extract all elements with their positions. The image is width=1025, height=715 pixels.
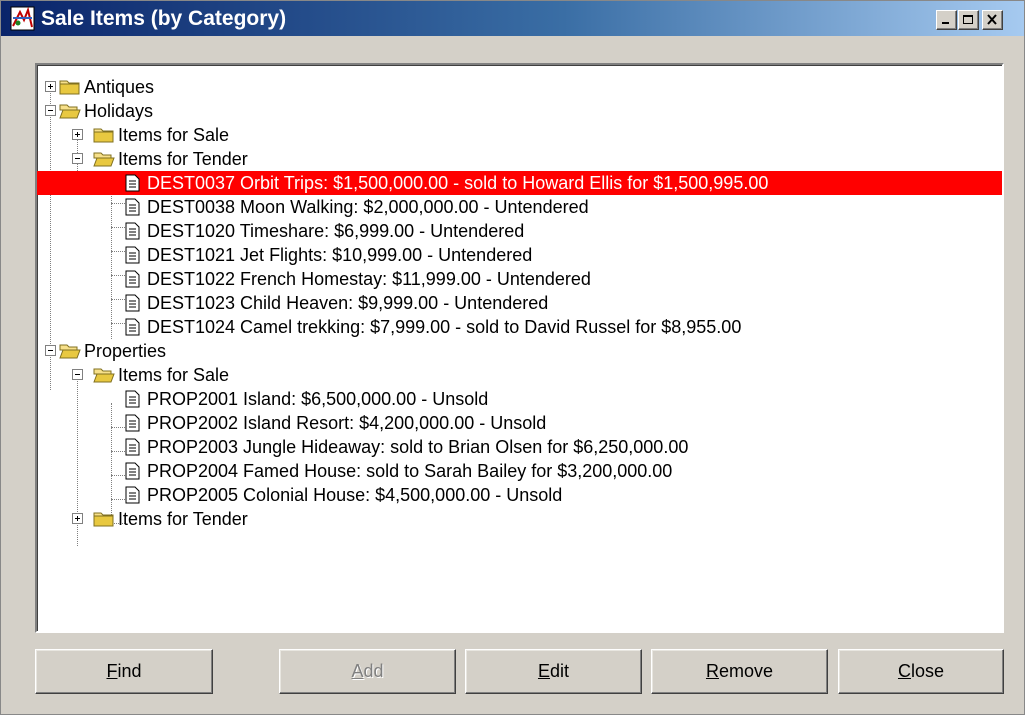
- folder-closed-icon: [93, 512, 114, 527]
- close-button[interactable]: Close: [838, 649, 1004, 694]
- close-window-button[interactable]: [982, 10, 1003, 30]
- edit-label: dit: [550, 661, 570, 681]
- close-mnemonic: C: [897, 661, 911, 681]
- expand-plus-icon[interactable]: [72, 513, 83, 524]
- sale-items-window: Sale Items (by Category) Antiques Holida…: [0, 0, 1025, 715]
- node-label: DEST0038 Moon Walking: $2,000,000.00 - U…: [147, 197, 589, 217]
- find-button[interactable]: Find: [35, 649, 213, 694]
- window-title: Sale Items (by Category): [41, 7, 287, 30]
- node-label: DEST1023 Child Heaven: $9,999.00 - Unten…: [147, 293, 549, 313]
- close-label: lose: [910, 661, 945, 681]
- folder-open-icon: [93, 368, 115, 383]
- tree-node-properties[interactable]: Properties: [37, 339, 1002, 363]
- node-label: DEST1021 Jet Flights: $10,999.00 - Unten…: [147, 245, 533, 265]
- tree-node-item-dest1022[interactable]: DEST1022 French Homestay: $11,999.00 - U…: [37, 267, 1002, 291]
- node-label: PROP2004 Famed House: sold to Sarah Bail…: [147, 461, 673, 481]
- node-label: Properties: [84, 341, 167, 361]
- document-icon: [125, 438, 140, 456]
- remove-mnemonic: R: [705, 661, 719, 681]
- edit-button[interactable]: Edit: [465, 649, 642, 694]
- node-label: DEST1024 Camel trekking: $7,999.00 - sol…: [147, 317, 742, 337]
- tree-node-antiques[interactable]: Antiques: [37, 75, 1002, 99]
- document-icon: [125, 390, 140, 408]
- node-label: PROP2001 Island: $6,500,000.00 - Unsold: [147, 389, 489, 409]
- tree-node-item-dest1020[interactable]: DEST1020 Timeshare: $6,999.00 - Untender…: [37, 219, 1002, 243]
- document-icon: [125, 270, 140, 288]
- node-label: Items for Tender: [118, 149, 248, 169]
- document-icon: [125, 318, 140, 336]
- document-icon: [125, 174, 140, 192]
- document-icon: [125, 246, 140, 264]
- tree-node-item-prop2002[interactable]: PROP2002 Island Resort: $4,200,000.00 - …: [37, 411, 1002, 435]
- document-icon: [125, 414, 140, 432]
- expand-plus-icon[interactable]: [72, 129, 83, 140]
- tree-node-item-dest0037[interactable]: DEST0037 Orbit Trips: $1,500,000.00 - so…: [37, 171, 1002, 195]
- add-button[interactable]: Add: [279, 649, 456, 694]
- add-mnemonic: A: [351, 661, 364, 681]
- minimize-icon: [942, 22, 949, 24]
- minimize-button[interactable]: [936, 10, 957, 30]
- app-icon: [10, 6, 35, 31]
- close-icon: [987, 14, 997, 25]
- document-icon: [125, 294, 140, 312]
- document-icon: [125, 222, 140, 240]
- node-label: Items for Tender: [118, 509, 248, 529]
- tree-node-item-dest0038[interactable]: DEST0038 Moon Walking: $2,000,000.00 - U…: [37, 195, 1002, 219]
- category-tree[interactable]: Antiques Holidays Items for Sale Items f…: [35, 63, 1004, 633]
- remove-button[interactable]: Remove: [651, 649, 828, 694]
- node-label: Holidays: [84, 101, 154, 121]
- node-label: PROP2003 Jungle Hideaway: sold to Brian …: [147, 437, 689, 457]
- node-label: PROP2002 Island Resort: $4,200,000.00 - …: [147, 413, 547, 433]
- edit-mnemonic: E: [537, 661, 550, 681]
- tree-node-properties-items-for-tender[interactable]: Items for Tender: [37, 507, 1002, 531]
- folder-open-icon: [59, 344, 81, 359]
- node-label: Items for Sale: [118, 125, 230, 145]
- collapse-minus-icon[interactable]: [72, 369, 83, 380]
- tree-node-holidays-items-for-sale[interactable]: Items for Sale: [37, 123, 1002, 147]
- collapse-minus-icon[interactable]: [72, 153, 83, 164]
- document-icon: [125, 486, 140, 504]
- maximize-icon: [963, 15, 973, 24]
- add-label: dd: [363, 661, 384, 681]
- tree-node-holidays[interactable]: Holidays: [37, 99, 1002, 123]
- remove-label: emove: [718, 661, 774, 681]
- folder-open-icon: [93, 152, 115, 167]
- collapse-minus-icon[interactable]: [45, 345, 56, 356]
- tree-node-item-dest1021[interactable]: DEST1021 Jet Flights: $10,999.00 - Unten…: [37, 243, 1002, 267]
- find-label: ind: [117, 661, 142, 681]
- document-icon: [125, 198, 140, 216]
- node-label: Items for Sale: [118, 365, 230, 385]
- tree-node-item-prop2001[interactable]: PROP2001 Island: $6,500,000.00 - Unsold: [37, 387, 1002, 411]
- node-label: DEST1022 French Homestay: $11,999.00 - U…: [147, 269, 591, 289]
- tree-node-item-dest1024[interactable]: DEST1024 Camel trekking: $7,999.00 - sol…: [37, 315, 1002, 339]
- tree-node-properties-items-for-sale[interactable]: Items for Sale: [37, 363, 1002, 387]
- collapse-minus-icon[interactable]: [45, 105, 56, 116]
- document-icon: [125, 462, 140, 480]
- folder-closed-icon: [93, 128, 114, 143]
- tree-node-item-dest1023[interactable]: DEST1023 Child Heaven: $9,999.00 - Unten…: [37, 291, 1002, 315]
- title-bar[interactable]: Sale Items (by Category): [1, 1, 1024, 36]
- node-label: DEST0037 Orbit Trips: $1,500,000.00 - so…: [147, 173, 769, 193]
- folder-open-icon: [59, 104, 81, 119]
- node-label: PROP2005 Colonial House: $4,500,000.00 -…: [147, 485, 563, 505]
- node-label: Antiques: [84, 77, 155, 97]
- find-mnemonic: F: [106, 661, 118, 681]
- expand-plus-icon[interactable]: [45, 81, 56, 92]
- node-label: DEST1020 Timeshare: $6,999.00 - Untender…: [147, 221, 525, 241]
- tree-node-item-prop2004[interactable]: PROP2004 Famed House: sold to Sarah Bail…: [37, 459, 1002, 483]
- tree-node-item-prop2003[interactable]: PROP2003 Jungle Hideaway: sold to Brian …: [37, 435, 1002, 459]
- maximize-button[interactable]: [958, 10, 979, 30]
- folder-closed-icon: [59, 80, 80, 95]
- tree-node-holidays-items-for-tender[interactable]: Items for Tender: [37, 147, 1002, 171]
- tree-node-item-prop2005[interactable]: PROP2005 Colonial House: $4,500,000.00 -…: [37, 483, 1002, 507]
